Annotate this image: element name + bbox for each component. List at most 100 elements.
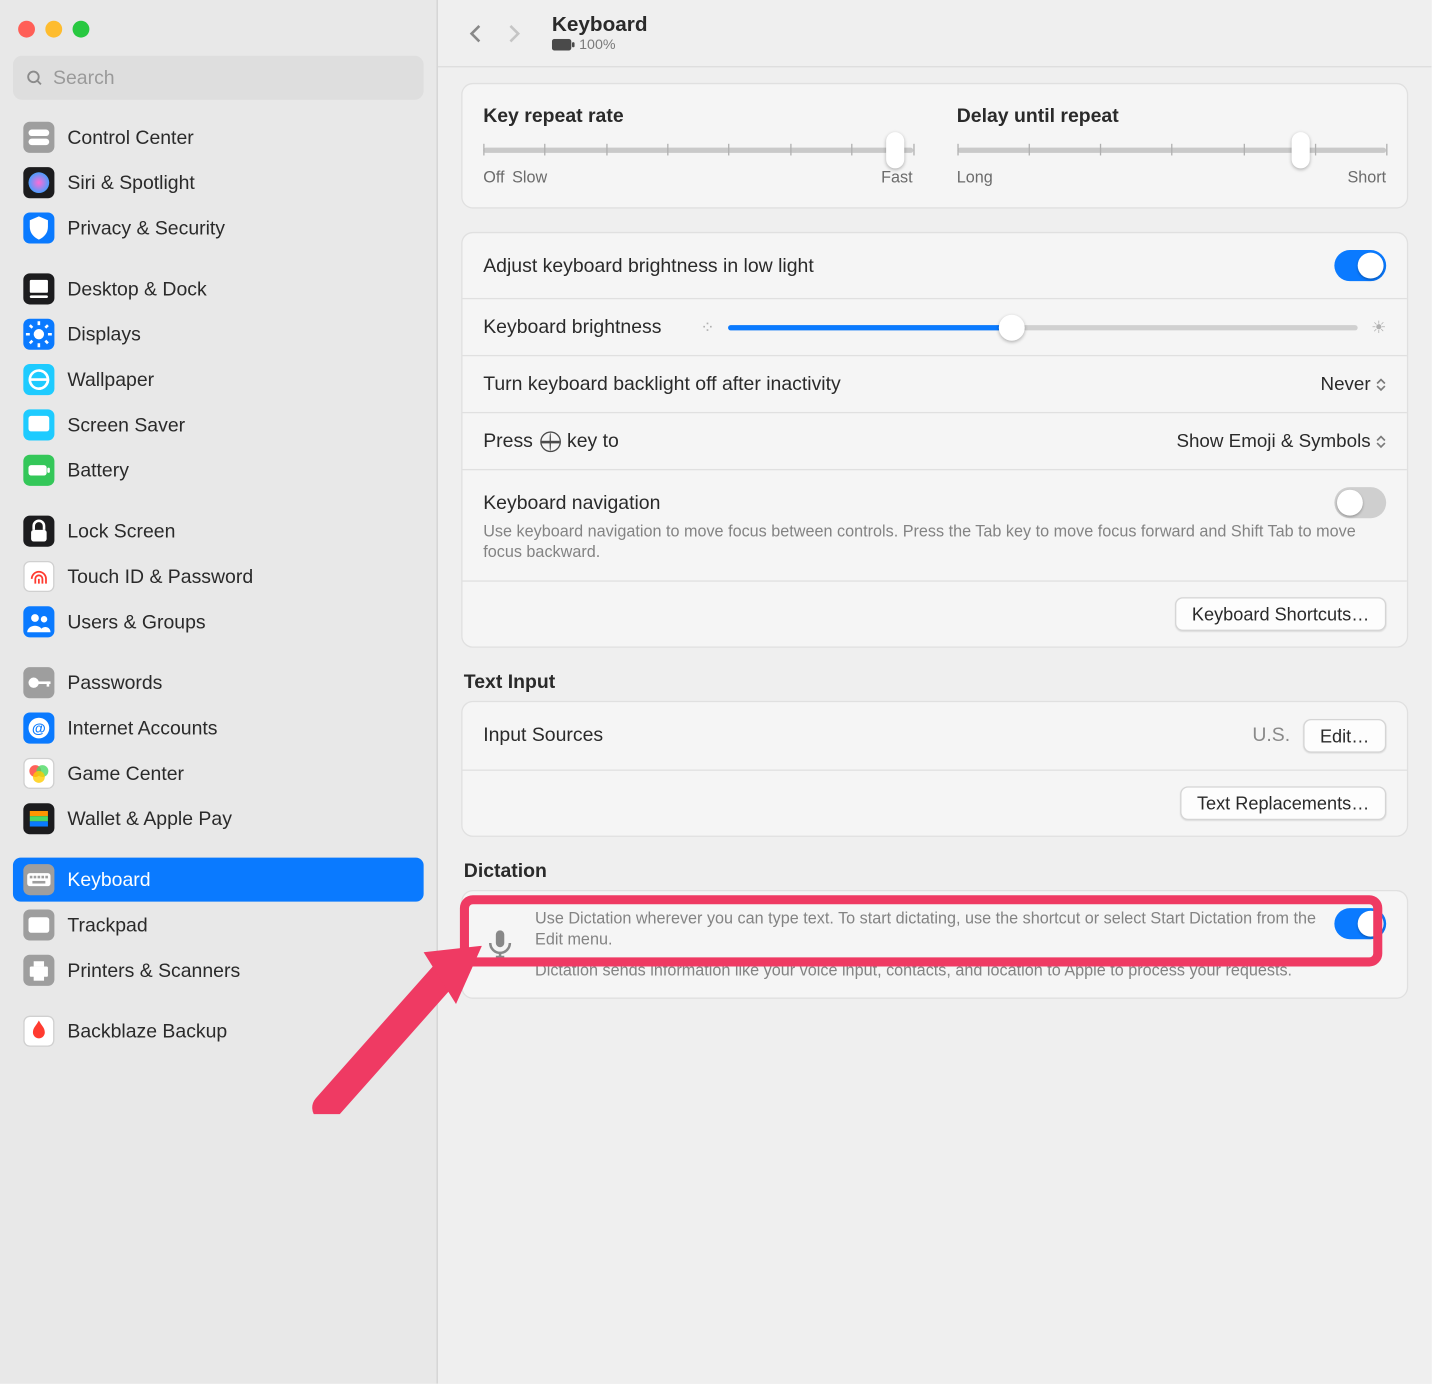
sidebar-item-label: Passwords (67, 672, 162, 694)
delay-slider[interactable] (957, 137, 1386, 163)
key-repeat-slider[interactable] (483, 137, 912, 163)
sidebar-spacer (13, 251, 424, 267)
sidebar-item-label: Battery (67, 459, 129, 481)
sidebar-item-printers[interactable]: Printers & Scanners (13, 948, 424, 992)
search-icon (26, 68, 44, 87)
lockscreen-icon (23, 516, 54, 547)
trackpad-icon (23, 909, 54, 940)
sidebar-item-backblaze[interactable]: Backblaze Backup (13, 1009, 424, 1053)
toolbar: Keyboard 100% (438, 0, 1432, 67)
sidebar-item-label: Game Center (67, 762, 184, 784)
dictation-desc-1: Use Dictation wherever you can type text… (535, 908, 1319, 950)
sidebar-item-label: Wallet & Apple Pay (67, 808, 232, 830)
back-button[interactable] (456, 15, 495, 51)
dock-icon (23, 273, 54, 304)
sidebar-item-internet[interactable]: @Internet Accounts (13, 706, 424, 750)
replacements-btn-row: Text Replacements… (462, 770, 1406, 835)
sidebar-spacer (13, 994, 424, 1010)
backlight-off-label: Turn keyboard backlight off after inacti… (483, 373, 841, 395)
adjust-brightness-toggle[interactable] (1334, 250, 1386, 281)
svg-text:@: @ (32, 721, 46, 737)
internet-icon: @ (23, 713, 54, 744)
sidebar-item-privacy[interactable]: Privacy & Security (13, 206, 424, 250)
close-button[interactable] (18, 21, 35, 38)
wallpaper-icon (23, 364, 54, 395)
sidebar-item-label: Touch ID & Password (67, 565, 253, 587)
sidebar-item-gamecenter[interactable]: Game Center (13, 751, 424, 795)
passwords-icon (23, 667, 54, 698)
key-repeat-label: Key repeat rate (483, 105, 912, 127)
dictation-toggle[interactable] (1334, 908, 1386, 939)
backlight-off-row: Turn keyboard backlight off after inacti… (462, 356, 1406, 413)
wallet-icon (23, 803, 54, 834)
input-sources-label: Input Sources (483, 724, 603, 746)
sidebar-item-wallpaper[interactable]: Wallpaper (13, 358, 424, 402)
sidebar-item-siri[interactable]: Siri & Spotlight (13, 161, 424, 205)
adjust-brightness-label: Adjust keyboard brightness in low light (483, 255, 814, 277)
battery-icon (552, 39, 575, 51)
sidebar-list: Control Center Siri & Spotlight Privacy & … (13, 115, 424, 1053)
privacy-icon (23, 212, 54, 243)
displays-icon (23, 319, 54, 350)
globe-key-label: Press key to (483, 430, 619, 452)
sidebar-item-label: Keyboard (67, 869, 150, 891)
sidebar-item-dock[interactable]: Desktop & Dock (13, 267, 424, 311)
minimize-button[interactable] (45, 21, 62, 38)
input-sources-edit-button[interactable]: Edit… (1303, 718, 1386, 752)
sidebar-item-label: Users & Groups (67, 611, 205, 633)
sidebar-item-screensaver[interactable]: Screen Saver (13, 403, 424, 447)
sidebar-item-label: Desktop & Dock (67, 278, 206, 300)
sidebar-item-label: Displays (67, 323, 140, 345)
search-input[interactable] (53, 67, 411, 89)
screensaver-icon (23, 409, 54, 440)
sidebar-item-passwords[interactable]: Passwords (13, 661, 424, 705)
repeat-slow-label: Slow (512, 168, 547, 186)
keyboard-shortcuts-button[interactable]: Keyboard Shortcuts… (1175, 597, 1386, 631)
sidebar-item-label: Backblaze Backup (67, 1020, 227, 1042)
backlight-off-popup[interactable]: Never (1321, 374, 1387, 395)
text-input-section-title: Text Input (464, 670, 1406, 692)
text-replacements-button[interactable]: Text Replacements… (1180, 786, 1386, 820)
forward-button[interactable] (495, 15, 534, 51)
sidebar-item-touchid[interactable]: Touch ID & Password (13, 554, 424, 598)
keyboard-nav-toggle[interactable] (1334, 487, 1386, 518)
sidebar-item-label: Wallpaper (67, 369, 154, 391)
title-block: Keyboard 100% (552, 14, 648, 53)
keyboard-nav-description: Use keyboard navigation to move focus be… (483, 521, 1386, 563)
zoom-button[interactable] (73, 21, 90, 38)
repeat-panel: Key repeat rate Off Slow Fast (461, 83, 1408, 209)
sidebar-item-control-center[interactable]: Control Center (13, 115, 424, 159)
printers-icon (23, 955, 54, 986)
settings-window: Control Center Siri & Spotlight Privacy & … (0, 0, 1432, 1384)
dictation-row: Use Dictation wherever you can type text… (462, 891, 1406, 998)
users-icon (23, 606, 54, 637)
microphone-icon (483, 927, 517, 961)
sidebar-spacer (13, 842, 424, 858)
globe-key-popup[interactable]: Show Emoji & Symbols (1176, 431, 1386, 452)
touchid-icon (23, 561, 54, 592)
sidebar-item-wallet[interactable]: Wallet & Apple Pay (13, 797, 424, 841)
text-input-panel: Input Sources U.S. Edit… Text Replacemen… (461, 700, 1408, 836)
brightness-low-icon: ⁘ (700, 317, 714, 338)
sidebar-item-users[interactable]: Users & Groups (13, 600, 424, 644)
control-center-icon (23, 122, 54, 153)
sidebar-item-battery[interactable]: Battery (13, 448, 424, 492)
keyboard-brightness-slider[interactable]: ⁘ ☀ (700, 317, 1386, 338)
globe-key-row: Press key to Show Emoji & Symbols (462, 413, 1406, 470)
sidebar-item-trackpad[interactable]: Trackpad (13, 903, 424, 947)
delay-label: Delay until repeat (957, 105, 1386, 127)
content-scroll[interactable]: Key repeat rate Off Slow Fast (438, 67, 1432, 1383)
keyboard-nav-row: Keyboard navigation Use keyboard navigat… (462, 470, 1406, 581)
sidebar-item-displays[interactable]: Displays (13, 312, 424, 356)
sidebar-item-keyboard[interactable]: Keyboard (13, 858, 424, 902)
keyboard-brightness-label: Keyboard brightness (483, 316, 661, 338)
sidebar-item-label: Siri & Spotlight (67, 172, 194, 194)
sidebar-item-label: Printers & Scanners (67, 959, 240, 981)
sidebar-item-lockscreen[interactable]: Lock Screen (13, 509, 424, 553)
shortcuts-btn-row: Keyboard Shortcuts… (462, 581, 1406, 646)
globe-icon (540, 431, 561, 452)
sidebar-item-label: Lock Screen (67, 520, 175, 542)
keyboard-brightness-row: Keyboard brightness ⁘ ☀ (462, 299, 1406, 356)
input-sources-value: U.S. (1252, 724, 1290, 746)
sidebar-item-label: Screen Saver (67, 414, 185, 436)
